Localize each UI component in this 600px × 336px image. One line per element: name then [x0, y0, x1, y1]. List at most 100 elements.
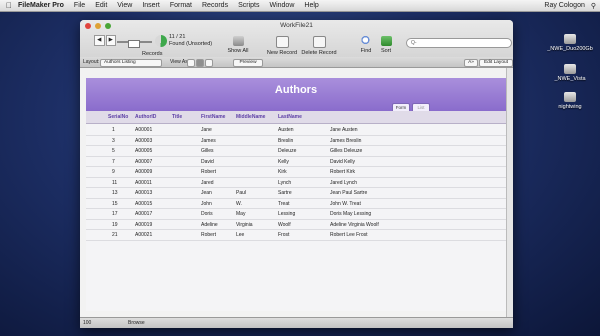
cell-id[interactable]: A00003 [135, 138, 152, 144]
cell-first[interactable]: Jean [201, 190, 212, 196]
cell-serial[interactable]: 3 [112, 138, 115, 144]
apple-icon[interactable]:  [0, 1, 18, 10]
cell-first[interactable]: James [201, 138, 216, 144]
cell-serial[interactable]: 15 [112, 201, 118, 207]
cell-serial[interactable]: 11 [112, 180, 117, 186]
cell-last[interactable]: Lynch [278, 180, 291, 186]
cell-full[interactable]: Doris May Lessing [330, 211, 371, 217]
cell-full[interactable]: John W. Treat [330, 201, 361, 207]
cell-last[interactable]: Woolf [278, 222, 291, 228]
cell-middle[interactable]: Paul [236, 190, 246, 196]
cell-full[interactable]: Jane Austen [330, 127, 358, 133]
table-row[interactable]: 15 A00015 John W. Treat John W. Treat [86, 199, 506, 209]
spotlight-icon[interactable]: ⚲ [591, 2, 596, 10]
table-row[interactable]: 11 A00011 Jared Lynch Jared Lynch [86, 178, 506, 188]
cell-id[interactable]: A00021 [135, 232, 152, 238]
table-row[interactable]: 17 A00017 Doris May Lessing Doris May Lessing [86, 209, 506, 220]
cell-serial[interactable]: 13 [112, 190, 118, 196]
cell-first[interactable]: Gilles [201, 148, 214, 154]
cell-id[interactable]: A00001 [135, 127, 152, 133]
cell-first[interactable]: Adeline [201, 222, 218, 228]
cell-first[interactable]: Robert [201, 169, 216, 175]
layout-select[interactable]: Authors Listing [100, 58, 162, 67]
next-record-icon[interactable]: ▶ [105, 35, 116, 46]
preview-button[interactable]: Preview [233, 58, 263, 67]
cell-middle[interactable]: W. [236, 201, 242, 207]
cell-full[interactable]: Robert Kirk [330, 169, 355, 175]
cell-middle[interactable]: May [236, 211, 245, 217]
edit-layout-button[interactable]: Edit Layout [479, 58, 513, 67]
menu-help[interactable]: Help [304, 2, 318, 9]
cell-last[interactable]: Frost [278, 232, 289, 238]
cell-first[interactable]: Jared [201, 180, 214, 186]
cell-middle[interactable]: Virginia [236, 222, 253, 228]
cell-serial[interactable]: 21 [112, 232, 118, 238]
menu-insert[interactable]: Insert [142, 2, 160, 9]
cell-last[interactable]: Deleuze [278, 148, 296, 154]
menu-app-name[interactable]: FileMaker Pro [18, 2, 64, 9]
user-name[interactable]: Ray Cologon [544, 2, 584, 9]
desktop-drive-icon[interactable]: _NWE_Duo200Gb [540, 34, 600, 52]
view-as-list-icon[interactable] [196, 58, 204, 67]
show-all-button[interactable]: Show All [226, 36, 250, 54]
cell-first[interactable]: David [201, 159, 214, 165]
menu-edit[interactable]: Edit [95, 2, 107, 9]
vertical-scrollbar[interactable] [506, 68, 513, 318]
table-row[interactable]: 3 A00003 James Breslin James Breslin [86, 136, 506, 146]
cell-serial[interactable]: 5 [112, 148, 115, 154]
menu-format[interactable]: Format [170, 2, 192, 9]
cell-first[interactable]: John [201, 201, 212, 207]
delete-record-button[interactable]: Delete Record [300, 36, 338, 56]
quick-find-field[interactable]: Q- [406, 38, 512, 48]
cell-last[interactable]: Austen [278, 127, 294, 133]
cell-last[interactable]: Kirk [278, 169, 287, 175]
cell-first[interactable]: Robert [201, 232, 216, 238]
cell-id[interactable]: A00011 [135, 180, 152, 186]
table-row[interactable]: 5 A00005 Gilles Deleuze Gilles Deleuze [86, 146, 506, 157]
cell-full[interactable]: Jared Lynch [330, 180, 357, 186]
cell-serial[interactable]: 19 [112, 222, 118, 228]
cell-last[interactable]: Lessing [278, 211, 295, 217]
cell-id[interactable]: A00013 [135, 190, 152, 196]
menu-records[interactable]: Records [202, 2, 228, 9]
cell-last[interactable]: Kelly [278, 159, 289, 165]
cell-serial[interactable]: 1 [112, 127, 115, 133]
table-row[interactable]: 13 A00013 Jean Paul Sartre Jean Paul Sartre [86, 188, 506, 199]
cell-full[interactable]: Adeline Virginia Woolf [330, 222, 379, 228]
cell-id[interactable]: A00015 [135, 201, 152, 207]
cell-last[interactable]: Breslin [278, 138, 293, 144]
cell-serial[interactable]: 9 [112, 169, 115, 175]
cell-full[interactable]: James Breslin [330, 138, 361, 144]
menu-file[interactable]: File [74, 2, 85, 9]
zoom-level[interactable]: 100 [83, 320, 91, 326]
cell-full[interactable]: Gilles Deleuze [330, 148, 362, 154]
table-row[interactable]: 21 A00021 Robert Lee Frost Robert Lee Frost [86, 230, 506, 241]
new-record-button[interactable]: New Record [266, 36, 298, 56]
menu-window[interactable]: Window [269, 2, 294, 9]
table-row[interactable]: 1 A00001 Jane Austen Jane Austen [86, 125, 506, 136]
cell-first[interactable]: Jane [201, 127, 212, 133]
cell-id[interactable]: A00017 [135, 211, 152, 217]
cell-middle[interactable]: Lee [236, 232, 244, 238]
table-row[interactable]: 19 A00019 Adeline Virginia Woolf Adeline Virg… [86, 220, 506, 230]
sort-button[interactable]: Sort [378, 36, 394, 54]
previous-record-icon[interactable]: ◀ [94, 35, 105, 46]
menu-view[interactable]: View [117, 2, 132, 9]
cell-full[interactable]: Jean Paul Sartre [330, 190, 367, 196]
cell-id[interactable]: A00005 [135, 148, 152, 154]
cell-id[interactable]: A00007 [135, 159, 152, 165]
cell-serial[interactable]: 17 [112, 211, 118, 217]
record-number-input[interactable] [128, 40, 140, 48]
cell-full[interactable]: Robert Lee Frost [330, 232, 368, 238]
cell-full[interactable]: David Kelly [330, 159, 355, 165]
cell-last[interactable]: Sartre [278, 190, 292, 196]
desktop-drive-icon[interactable]: _NWE_Vista [540, 64, 600, 82]
cell-id[interactable]: A00019 [135, 222, 152, 228]
cell-serial[interactable]: 7 [112, 159, 115, 165]
desktop-drive-icon[interactable]: nightwing [540, 92, 600, 110]
table-row[interactable]: 9 A00009 Robert Kirk Robert Kirk [86, 167, 506, 178]
view-as-table-icon[interactable] [205, 58, 213, 67]
table-row[interactable]: 7 A00007 David Kelly David Kelly [86, 157, 506, 167]
font-size-button[interactable]: A» [464, 58, 478, 67]
view-as-form-icon[interactable] [187, 58, 195, 67]
